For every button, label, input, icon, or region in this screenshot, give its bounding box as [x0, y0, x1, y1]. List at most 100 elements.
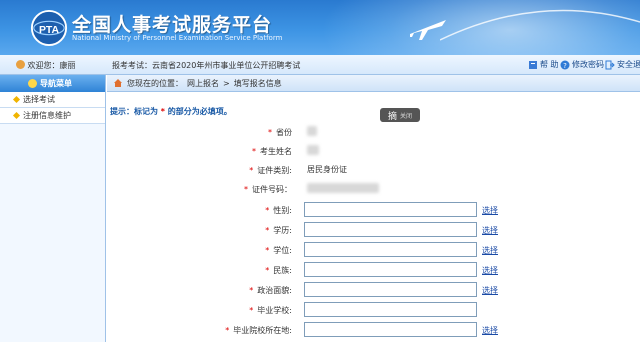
required-star: * — [249, 306, 254, 315]
sidebar-item-registration-info[interactable]: 注册信息维护 — [0, 108, 105, 124]
site-subtitle: National Ministry of Personnel Examinati… — [72, 34, 283, 42]
field-label: * 证件类别: — [249, 165, 292, 176]
required-star: * — [265, 206, 270, 215]
field-label-text: 学历: — [273, 226, 292, 235]
decorative-arc — [440, 9, 640, 41]
sidebar-item-label: 注册信息维护 — [23, 111, 71, 120]
field-label-text: 性别: — [273, 206, 292, 215]
field-input[interactable] — [304, 262, 477, 277]
required-star: * — [265, 226, 270, 235]
required-star: * — [265, 246, 270, 255]
home-icon — [114, 79, 122, 87]
field-label-text: 省份 — [276, 128, 292, 137]
field-label-text: 民族: — [273, 266, 292, 275]
select-link[interactable]: 选择 — [482, 265, 498, 276]
field-label-text: 毕业学校: — [257, 306, 292, 315]
menu-icon — [28, 79, 37, 88]
field-label: * 民族: — [265, 265, 292, 276]
field-input[interactable] — [304, 222, 477, 237]
airplane-icon — [410, 20, 446, 40]
breadcrumb-separator: > — [223, 78, 230, 88]
form-row: * 毕业院校所在地: 选择 — [107, 321, 507, 340]
required-star: * — [249, 166, 254, 175]
redacted-value — [307, 145, 319, 155]
select-link[interactable]: 选择 — [482, 245, 498, 256]
field-label: * 考生姓名 — [252, 146, 292, 157]
field-label-text: 考生姓名 — [260, 147, 292, 156]
field-label-text: 证件号码： — [252, 185, 292, 194]
tip-text-2: 的部分为必填项。 — [164, 107, 232, 116]
select-link[interactable]: 选择 — [482, 285, 498, 296]
welcome-group: 欢迎您：康丽 — [16, 60, 76, 71]
field-label: * 学位: — [265, 245, 292, 256]
pta-logo-icon: PTA — [30, 9, 68, 47]
form-row: * 证件类别: 居民身份证 — [107, 161, 507, 180]
exam-label: 报考考试： — [112, 61, 152, 70]
field-label: * 毕业院校所在地: — [225, 325, 292, 336]
main-content: 您现在的位置： 网上报名 > 填写报名信息 提示：标记为 * 的部分为必填项。 … — [107, 75, 640, 342]
select-link[interactable]: 选择 — [482, 225, 498, 236]
breadcrumb-online-registration[interactable]: 网上报名 — [187, 78, 219, 89]
help-label: 帮 助 — [540, 60, 559, 69]
field-input[interactable] — [304, 242, 477, 257]
tooltip-close[interactable]: 关闭 — [400, 111, 412, 120]
exam-name: 云南省2020年州市事业单位公开招聘考试 — [152, 61, 301, 70]
change-password-link[interactable]: ? 修改密码 — [560, 59, 604, 70]
form-row: * 省份 — [107, 123, 507, 142]
form-row: * 证件号码： — [107, 180, 507, 199]
sidebar: 导航菜单 选择考试 注册信息维护 — [0, 75, 106, 342]
sidebar-header: 导航菜单 — [0, 75, 105, 92]
field-label-text: 证件类别: — [257, 166, 292, 175]
form-row: * 学位: 选择 — [107, 241, 507, 260]
form-row: * 性别: 选择 — [107, 201, 507, 220]
logout-icon — [605, 60, 615, 69]
required-tip: 提示：标记为 * 的部分为必填项。 — [110, 106, 232, 117]
field-input[interactable] — [304, 302, 477, 317]
sidebar-item-label: 选择考试 — [23, 95, 55, 104]
field-label: * 学历: — [265, 225, 292, 236]
logo-text: PTA — [39, 25, 60, 36]
form-row: * 民族: 选择 — [107, 261, 507, 280]
sidebar-header-label: 导航菜单 — [40, 79, 72, 88]
field-label: * 省份 — [268, 127, 292, 138]
logout-link[interactable]: 安全退出 — [605, 59, 640, 70]
logout-label: 安全退出 — [617, 60, 640, 69]
field-value: 居民身份证 — [307, 165, 347, 174]
field-label-text: 毕业院校所在地: — [233, 326, 292, 335]
field-label-text: 政治面貌: — [257, 286, 292, 295]
required-star: * — [244, 185, 248, 194]
tooltip-main: 摘 — [387, 111, 397, 122]
bullet-icon — [12, 111, 21, 120]
sidebar-item-select-exam[interactable]: 选择考试 — [0, 92, 105, 108]
breadcrumb-current: 填写报名信息 — [233, 78, 282, 88]
field-input[interactable] — [304, 322, 477, 337]
site-banner: PTA 全国人事考试服务平台 National Ministry of Pers… — [0, 0, 640, 55]
form-row: * 考生姓名 — [107, 142, 507, 161]
field-label: * 政治面貌: — [249, 285, 292, 296]
change-password-label: 修改密码 — [572, 60, 604, 69]
form-row: * 政治面貌: 选择 — [107, 281, 507, 300]
field-input[interactable] — [304, 202, 477, 217]
bullet-icon — [12, 95, 21, 104]
redacted-value — [307, 183, 379, 193]
top-bar: 欢迎您：康丽 报考考试：云南省2020年州市事业单位公开招聘考试 帮 助 ? 修… — [0, 55, 640, 75]
field-label: * 毕业学校: — [249, 305, 292, 316]
field-label: * 性别: — [265, 205, 292, 216]
form-row: * 毕业学校: — [107, 301, 507, 320]
required-star: * — [249, 286, 254, 295]
welcome-label: 欢迎您： — [27, 61, 60, 70]
breadcrumb: 您现在的位置： 网上报名 > 填写报名信息 — [107, 75, 640, 92]
select-link[interactable]: 选择 — [482, 325, 498, 336]
user-icon — [16, 60, 25, 69]
breadcrumb-prefix: 您现在的位置： — [127, 78, 183, 88]
exam-info: 报考考试：云南省2020年州市事业单位公开招聘考试 — [112, 60, 300, 71]
required-star: * — [252, 147, 256, 156]
svg-text:?: ? — [563, 62, 567, 70]
field-input[interactable] — [304, 282, 477, 297]
select-link[interactable]: 选择 — [482, 205, 498, 216]
required-star: * — [268, 128, 272, 137]
field-label-text: 学位: — [273, 246, 292, 255]
help-link[interactable]: 帮 助 — [528, 59, 559, 70]
excerpt-tooltip[interactable]: 摘 关闭 — [380, 108, 420, 122]
required-star: * — [265, 266, 270, 275]
